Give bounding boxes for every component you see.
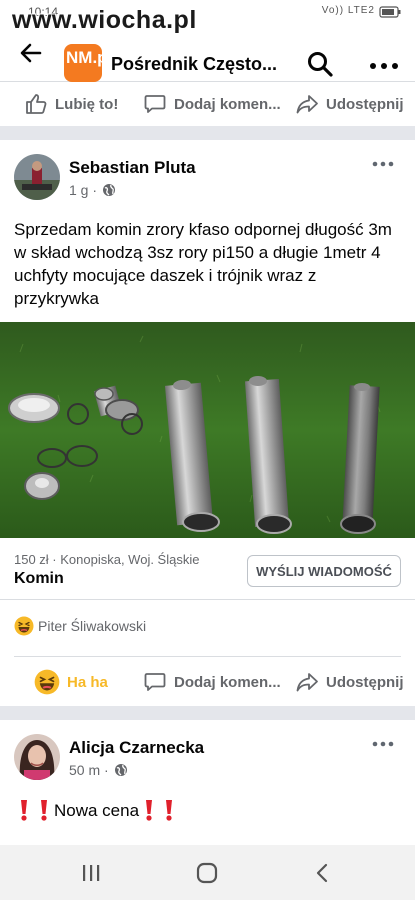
share-button[interactable]: Udostępnij bbox=[295, 84, 404, 124]
post-options-icon[interactable] bbox=[372, 160, 394, 168]
divider bbox=[14, 656, 401, 657]
author-name[interactable]: Sebastian Pluta bbox=[69, 158, 196, 178]
exclamation-emoji bbox=[166, 800, 173, 821]
more-options-icon[interactable] bbox=[368, 60, 400, 72]
haha-label: Ha ha bbox=[67, 673, 108, 691]
comment-icon bbox=[144, 673, 166, 691]
post-time[interactable]: 1 g · bbox=[69, 182, 97, 198]
watermark: www.wiocha.pl bbox=[12, 6, 197, 34]
status-network: Vo)) LTE2 bbox=[321, 5, 375, 16]
comment-icon bbox=[144, 95, 166, 113]
post-text-2: Nowa cena bbox=[14, 798, 404, 822]
avatar[interactable] bbox=[14, 734, 60, 780]
avatar-image bbox=[14, 154, 60, 200]
haha-icon bbox=[34, 669, 60, 695]
back-arrow-icon[interactable] bbox=[18, 40, 44, 66]
haha-button[interactable]: Ha ha bbox=[34, 662, 108, 702]
like-label: Lubię to! bbox=[55, 95, 119, 113]
post-options-icon[interactable] bbox=[372, 740, 394, 748]
home-icon[interactable] bbox=[196, 862, 218, 884]
listing-title[interactable]: Komin bbox=[14, 570, 64, 588]
comment-label: Dodaj komen... bbox=[174, 673, 281, 691]
listing-price-location: 150 zł · Konopiska, Woj. Śląskie bbox=[14, 552, 200, 567]
previous-post-actions: Lubię to! Dodaj komen... Udostępnij bbox=[0, 82, 415, 126]
comment-button[interactable]: Dodaj komen... bbox=[143, 84, 281, 124]
comment-label: Dodaj komen... bbox=[174, 95, 281, 113]
reactions-summary[interactable]: Piter Śliwakowski bbox=[14, 616, 146, 636]
reaction-names: Piter Śliwakowski bbox=[38, 618, 147, 634]
post-text-content: Nowa cena bbox=[54, 800, 140, 820]
exclamation-emoji bbox=[21, 800, 27, 821]
recent-apps-icon[interactable] bbox=[80, 863, 102, 883]
marketplace-listing: 150 zł · Konopiska, Woj. Śląskie Komin W… bbox=[0, 538, 415, 600]
post-photo[interactable] bbox=[0, 322, 415, 538]
post-header: Sebastian Pluta 1 g · bbox=[14, 154, 404, 204]
share-icon bbox=[296, 673, 318, 692]
android-nav-bar bbox=[0, 845, 415, 900]
post-time[interactable]: 50 m · bbox=[69, 762, 109, 778]
share-button[interactable]: Udostępnij bbox=[295, 662, 404, 702]
group-logo-text: NM.pl bbox=[66, 48, 102, 67]
post-card-2: Alicja Czarnecka 50 m · Nowa cena bbox=[0, 720, 415, 845]
exclamation-emoji bbox=[146, 800, 153, 821]
avatar-image bbox=[14, 734, 60, 780]
post-actions: Ha ha Dodaj komen... Udostępnij bbox=[0, 662, 415, 702]
globe-icon bbox=[114, 764, 127, 776]
group-logo[interactable]: NM.pl bbox=[64, 44, 102, 82]
send-message-button[interactable]: WYŚLIJ WIADOMOŚĆ bbox=[247, 555, 401, 587]
search-icon[interactable] bbox=[306, 50, 334, 78]
battery-icon bbox=[379, 6, 401, 18]
like-button[interactable]: Lubię to! bbox=[24, 84, 118, 124]
exclamation-emoji bbox=[41, 800, 47, 821]
back-nav-icon[interactable] bbox=[313, 863, 331, 883]
post-meta: 50 m · bbox=[69, 762, 128, 778]
share-label: Udostępnij bbox=[326, 673, 404, 691]
globe-icon bbox=[103, 184, 116, 196]
thumbs-up-icon bbox=[26, 94, 47, 114]
post-text: Sprzedam komin zrory kfaso odpornej dług… bbox=[14, 220, 392, 308]
post-meta: 1 g · bbox=[69, 182, 116, 198]
author-name[interactable]: Alicja Czarnecka bbox=[69, 738, 204, 758]
post-header: Alicja Czarnecka 50 m · bbox=[14, 734, 404, 784]
post-card: Sebastian Pluta 1 g · Sprzedam komin zro… bbox=[0, 140, 415, 706]
comment-button[interactable]: Dodaj komen... bbox=[143, 662, 281, 702]
haha-reaction-icon bbox=[14, 616, 34, 636]
avatar[interactable] bbox=[14, 154, 60, 200]
share-icon bbox=[296, 95, 318, 114]
share-label: Udostępnij bbox=[326, 95, 404, 113]
group-title[interactable]: Pośrednik Często... bbox=[111, 54, 277, 75]
